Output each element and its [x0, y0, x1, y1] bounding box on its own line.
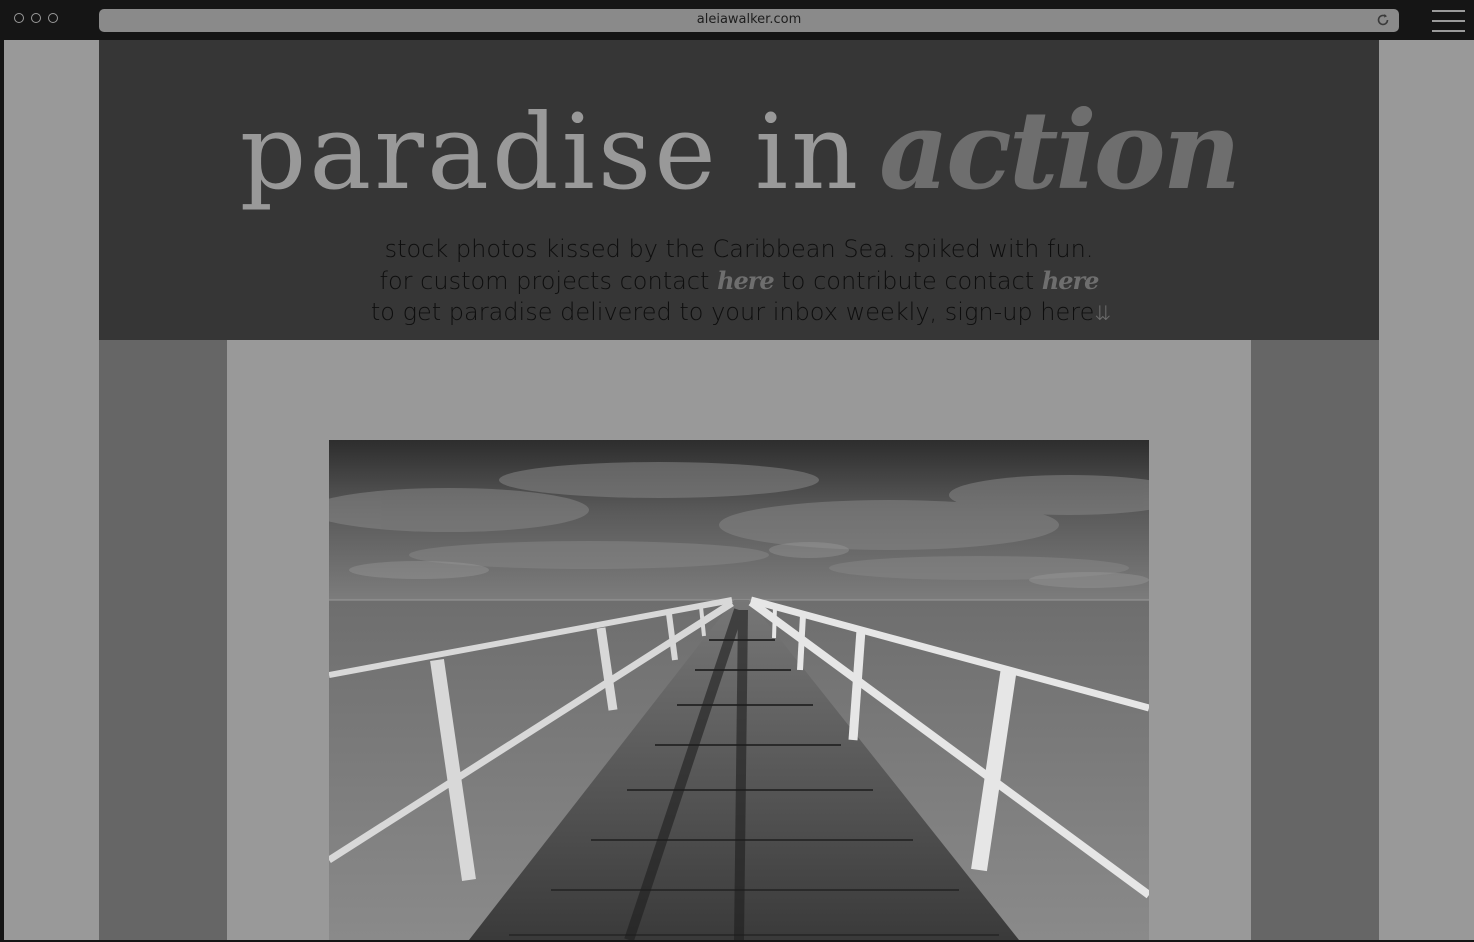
- left-side-column: [99, 340, 227, 940]
- tagline-line-1: stock photos kissed by the Caribbean Sea…: [384, 235, 1094, 263]
- title-action: action: [879, 88, 1241, 214]
- custom-projects-text: for custom projects contact: [379, 267, 710, 295]
- address-bar[interactable]: aleiawalker.com: [99, 9, 1399, 32]
- window-controls: [14, 13, 58, 23]
- maximize-window-icon[interactable]: [48, 13, 58, 23]
- minimize-window-icon[interactable]: [31, 13, 41, 23]
- tagline-line-3: to get paradise delivered to your inbox …: [99, 297, 1379, 329]
- page-viewport: paradise in action stock photos kissed by…: [4, 40, 1474, 940]
- right-side-column: [1251, 340, 1379, 940]
- browser-toolbar: aleiawalker.com: [2, 0, 1474, 40]
- hamburger-menu-icon[interactable]: [1432, 10, 1465, 32]
- tagline: stock photos kissed by the Caribbean Sea…: [99, 234, 1379, 329]
- custom-projects-contact-link[interactable]: here: [717, 266, 775, 295]
- signup-text[interactable]: to get paradise delivered to your inbox …: [371, 298, 1095, 326]
- browser-window: aleiawalker.com paradise in action stock …: [0, 0, 1474, 942]
- pier-photo: [329, 440, 1149, 940]
- page-title: paradise in action: [99, 88, 1379, 228]
- hero-header: paradise in action stock photos kissed by…: [99, 40, 1379, 340]
- down-arrows-icon[interactable]: ⇊: [1094, 301, 1111, 325]
- url-text: aleiawalker.com: [696, 12, 802, 27]
- contribute-contact-link[interactable]: here: [1042, 266, 1100, 295]
- pier-photo-illustration: [329, 440, 1149, 940]
- close-window-icon[interactable]: [14, 13, 24, 23]
- reload-icon[interactable]: [1375, 12, 1391, 28]
- tagline-line-2: for custom projects contact here to cont…: [99, 265, 1379, 297]
- contribute-text: to contribute contact: [781, 267, 1035, 295]
- title-paradise-in: paradise in: [239, 91, 862, 213]
